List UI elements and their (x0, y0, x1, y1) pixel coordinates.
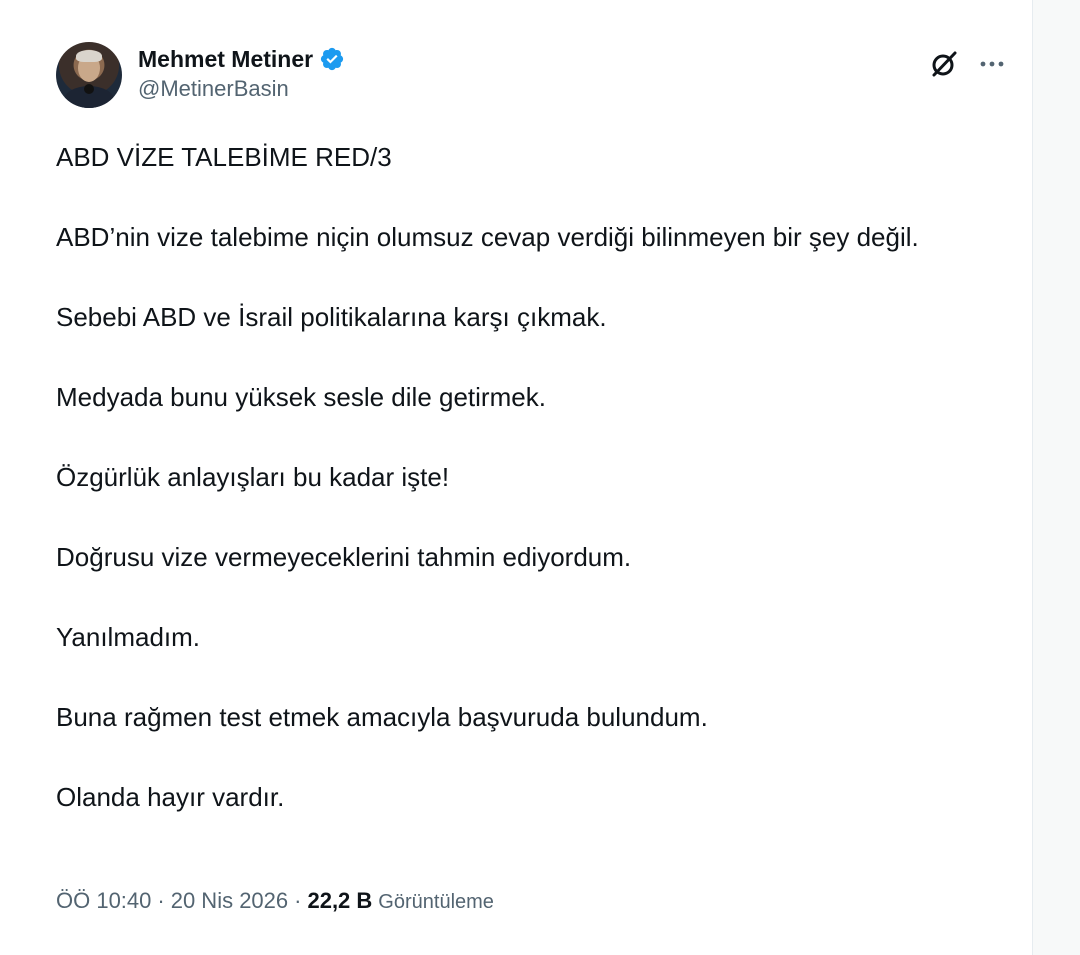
views-label: Görüntüleme (378, 891, 494, 913)
tweet-paragraph: Özgürlük anlayışları bu kadar işte! (56, 462, 450, 492)
verified-badge-icon[interactable] (319, 46, 345, 72)
grok-icon[interactable] (928, 48, 960, 80)
tweet-paragraph: Sebebi ABD ve İsrail politikalarına karş… (56, 302, 607, 332)
avatar[interactable] (56, 42, 122, 108)
author-name-row: Mehmet Metiner (138, 44, 345, 74)
tweet-date[interactable]: 20 Nis 2026 (171, 888, 288, 914)
tweet-paragraph: Olanda hayır vardır. (56, 782, 285, 812)
avatar-hair (76, 50, 102, 62)
meta-separator: · (294, 888, 302, 913)
author-display-name[interactable]: Mehmet Metiner (138, 46, 313, 73)
views-count[interactable]: 22,2 B (307, 888, 372, 914)
author-handle[interactable]: @MetinerBasin (138, 76, 345, 102)
tweet-paragraph: Yanılmadım. (56, 622, 201, 652)
tweet-header: Mehmet Metiner @MetinerBasin (56, 40, 1016, 116)
tweet: Mehmet Metiner @MetinerBasin ABD VİZE TA… (56, 40, 1016, 815)
tweet-time[interactable]: ÖÖ 10:40 (56, 888, 151, 914)
more-icon[interactable] (976, 48, 1008, 80)
tweet-meta: ÖÖ 10:40 · 20 Nis 2026 · 22,2 B Görüntül… (56, 888, 494, 914)
tweet-paragraph: ABD VİZE TALEBİME RED/3 (56, 142, 392, 172)
tweet-page: Mehmet Metiner @MetinerBasin ABD VİZE TA… (0, 0, 1080, 955)
tweet-paragraph: Buna rağmen test etmek amacıyla başvurud… (56, 702, 708, 732)
author-info: Mehmet Metiner @MetinerBasin (138, 44, 345, 102)
tweet-paragraph: Medyada bunu yüksek sesle dile getirmek. (56, 382, 546, 412)
right-column (1033, 0, 1080, 955)
tweet-paragraph: ABD’nin vize talebime niçin olumsuz ceva… (56, 222, 919, 252)
tweet-paragraph: Doğrusu vize vermeyeceklerini tahmin edi… (56, 542, 632, 572)
tweet-text: ABD VİZE TALEBİME RED/3 ABD’nin vize tal… (56, 140, 1016, 815)
meta-separator: · (157, 888, 165, 913)
avatar-microphone (84, 84, 94, 94)
